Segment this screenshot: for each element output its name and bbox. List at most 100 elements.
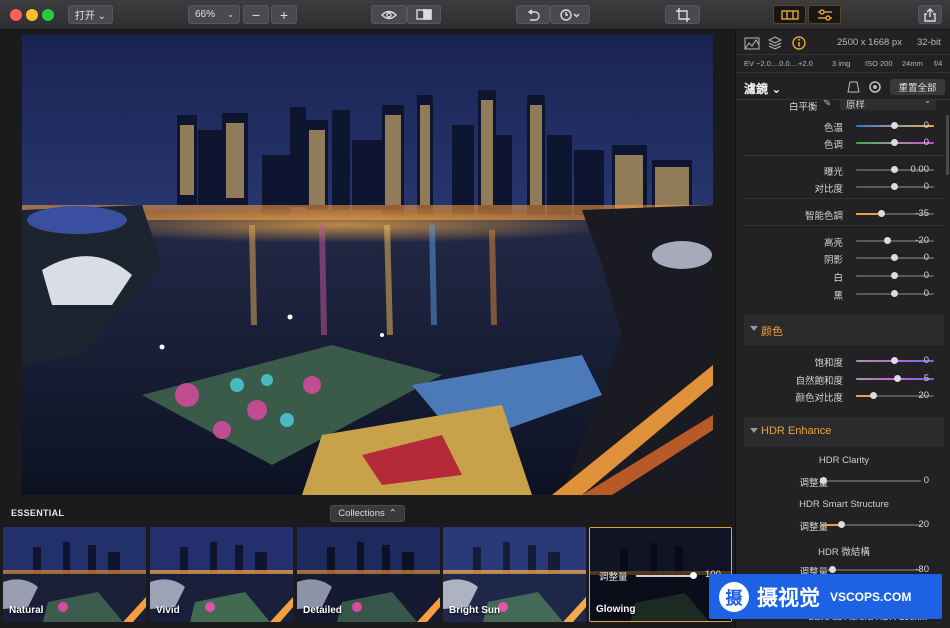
- vibrance-value: 5: [923, 373, 929, 384]
- saturation-slider[interactable]: [856, 357, 934, 364]
- adjustments-panel-button[interactable]: [808, 5, 841, 24]
- hdr-structure-slider[interactable]: [821, 521, 921, 528]
- undo-button[interactable]: [516, 5, 550, 24]
- close-window-button[interactable]: [10, 9, 22, 21]
- tint-slider[interactable]: [856, 139, 934, 146]
- crop-button[interactable]: [665, 5, 700, 24]
- reset-all-label: 重置全部: [898, 83, 937, 94]
- info-icon[interactable]: [792, 36, 806, 50]
- highlights-value: -20: [915, 235, 929, 246]
- slider-knob[interactable]: [690, 572, 697, 579]
- preset-label: Vivid: [156, 605, 180, 616]
- slider-knob[interactable]: [891, 166, 898, 173]
- slider-knob[interactable]: [870, 392, 877, 399]
- shadows-slider[interactable]: [856, 254, 934, 261]
- slider-knob[interactable]: [894, 375, 901, 382]
- contrast-slider[interactable]: [856, 183, 934, 190]
- zoom-dropdown[interactable]: 66% ⌄: [188, 5, 240, 24]
- eyedropper-icon[interactable]: ✎: [823, 100, 831, 109]
- preset-label: Detailed: [303, 605, 342, 616]
- zoom-window-button[interactable]: [42, 9, 54, 21]
- temperature-slider[interactable]: [856, 122, 934, 129]
- slider-knob[interactable]: [891, 290, 898, 297]
- slider-knob[interactable]: [878, 210, 885, 217]
- zoom-in-label: +: [279, 6, 289, 23]
- watermark-site: VSCOPS.COM: [830, 589, 912, 604]
- histogram-icon[interactable]: [744, 37, 760, 50]
- slider-knob[interactable]: [891, 272, 898, 279]
- presets-header: ESSENTIAL Collections ⌃: [0, 503, 735, 523]
- color-contrast-label: 颜色对比度: [795, 393, 843, 404]
- hdr-micro-slider[interactable]: [821, 566, 921, 573]
- preview-toggle-button[interactable]: [371, 5, 407, 24]
- reset-all-button[interactable]: 重置全部: [890, 79, 945, 95]
- preset-detailed[interactable]: Detailed: [297, 527, 440, 622]
- compare-split-button[interactable]: [407, 5, 441, 24]
- blacks-value: 0: [923, 288, 929, 299]
- layers-icon[interactable]: [768, 36, 782, 50]
- hdr-smart-structure-title: HDR Smart Structure: [799, 499, 889, 510]
- whites-value: 0: [923, 270, 929, 281]
- blacks-slider[interactable]: [856, 290, 934, 297]
- shadows-label: 阴影: [823, 255, 843, 266]
- collections-label: Collections: [338, 508, 385, 519]
- shadows-value: 0: [923, 252, 929, 263]
- slider-knob[interactable]: [838, 521, 845, 528]
- color-contrast-value: 20: [918, 390, 929, 401]
- preset-natural[interactable]: Natural: [3, 527, 146, 622]
- slider-knob[interactable]: [891, 139, 898, 146]
- preset-label: Natural: [9, 605, 44, 616]
- filters-menu[interactable]: 濾鏡 ⌄: [744, 80, 781, 97]
- watermark: 摄 摄视觉 VSCOPS.COM: [709, 574, 942, 619]
- watermark-brand: 摄视觉: [757, 586, 820, 610]
- chevron-up-icon: ⌃: [388, 508, 397, 519]
- vibrance-label: 自然飽和度: [795, 376, 843, 387]
- preset-vivid[interactable]: Vivid: [150, 527, 293, 622]
- panel-scrollbar[interactable]: [946, 115, 949, 175]
- slider-knob[interactable]: [891, 122, 898, 129]
- slider-knob[interactable]: [891, 183, 898, 190]
- slider-knob[interactable]: [891, 254, 898, 261]
- main-photo[interactable]: [22, 35, 713, 495]
- disclosure-triangle-icon: [750, 326, 758, 331]
- settings-icon[interactable]: [869, 81, 881, 93]
- disclosure-triangle-icon: [750, 428, 758, 433]
- history-clock-icon: [560, 8, 580, 21]
- mask-brush-icon[interactable]: [847, 81, 860, 93]
- eye-icon: [381, 10, 397, 19]
- minimize-window-button[interactable]: [26, 9, 38, 21]
- slider-knob[interactable]: [829, 566, 836, 573]
- image-dimensions: 2500 x 1668 px: [837, 37, 902, 48]
- smart-tone-value: -35: [915, 208, 929, 219]
- preset-amount-slider[interactable]: [636, 572, 697, 579]
- zoom-level: 66%: [195, 9, 216, 20]
- white-balance-dropdown[interactable]: 原样 ⌄: [840, 100, 936, 111]
- section-color[interactable]: 颜色: [744, 315, 944, 345]
- whites-slider[interactable]: [856, 272, 934, 279]
- section-hdr-enhance[interactable]: HDR Enhance: [744, 417, 944, 447]
- slider-knob[interactable]: [820, 477, 827, 484]
- chevron-down-icon: ⌄: [924, 100, 931, 105]
- split-view-icon: [416, 9, 432, 20]
- slider-knob[interactable]: [884, 237, 891, 244]
- preset-bright-sun[interactable]: Bright Sun: [443, 527, 586, 622]
- filters-scroll-area[interactable]: 白平衡 ✎ 原样 ⌄ 色温 0 色调 0 曝光 0.00 对比度 0 智能色調 -…: [736, 100, 950, 628]
- slider-knob[interactable]: [891, 357, 898, 364]
- open-menu-button[interactable]: 打开 ⌄: [68, 5, 113, 24]
- sliders-icon: [817, 8, 832, 21]
- collections-button[interactable]: Collections ⌃: [330, 505, 405, 522]
- zoom-out-button[interactable]: −: [243, 5, 269, 24]
- share-button[interactable]: [918, 5, 942, 24]
- vibrance-slider[interactable]: [856, 375, 934, 382]
- hdr-structure-amount-label: 调整量: [799, 522, 828, 533]
- toolbar: 打开 ⌄ 66% ⌄ − +: [0, 0, 950, 30]
- blacks-label: 黑: [833, 291, 843, 302]
- layers-panel-button[interactable]: [773, 5, 806, 24]
- history-button[interactable]: [550, 5, 590, 24]
- hdr-clarity-slider[interactable]: [820, 477, 921, 484]
- hdr-clarity-title: HDR Clarity: [818, 455, 870, 466]
- white-balance-value: 原样: [846, 100, 866, 111]
- ev-range: EV −2.0....0.0....+2.0: [744, 59, 813, 68]
- undo-icon: [527, 8, 540, 21]
- zoom-in-button[interactable]: +: [271, 5, 297, 24]
